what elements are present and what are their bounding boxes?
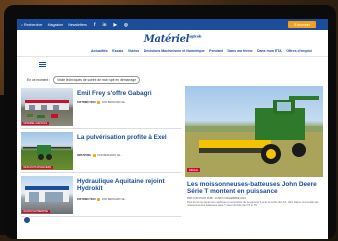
- menu-icon[interactable]: [39, 61, 46, 67]
- magazine-link[interactable]: Magazine: [48, 23, 64, 27]
- sprayer-image: [23, 145, 71, 160]
- building-image: [25, 100, 69, 118]
- article-badge: RÉSULTATS FINANCIERS: [22, 166, 53, 169]
- article-title[interactable]: Hydraulique Aquitaine rejoint Hydrokit: [77, 178, 177, 192]
- storefront-image: [25, 186, 69, 202]
- article-meta: DISTRIBUTION PAR BERNARD SE...: [77, 198, 127, 202]
- main-nav: Actualités Essais Vidéos Décisions Machi…: [17, 45, 328, 67]
- article-thumbnail[interactable]: MATERIEL AGRICOLE: [21, 88, 73, 126]
- trending-bar: En ce moment : Visite techniques de soir…: [27, 76, 141, 84]
- list-item[interactable]: RACHAT ENTREPRISE Hydraulique Aquitaine …: [21, 174, 181, 217]
- youtube-icon[interactable]: ▶: [113, 22, 116, 28]
- nav-item-decisions[interactable]: Décisions Machinisme et Numérique: [144, 49, 205, 53]
- nav-item-ferme[interactable]: Dans ma ferme: [227, 49, 252, 53]
- featured-badge: RÉGLE: [187, 168, 200, 172]
- featured-meta: PAR CONSTANT DUBI - LUNDI 3 DÉCEMBRE 202…: [187, 197, 246, 200]
- article-title[interactable]: Emil Frey s'offre Gabagri: [77, 90, 177, 97]
- instagram-icon[interactable]: ◎: [124, 22, 128, 28]
- photo-scene: ⌕ Rechercher Magazine Newsletters f in ▶…: [0, 0, 338, 241]
- search-link[interactable]: ⌕ Rechercher: [21, 23, 43, 27]
- article-thumbnail[interactable]: RÉSULTATS FINANCIERS: [21, 132, 73, 170]
- site-logo[interactable]: Matérielagricole: [144, 34, 202, 45]
- article-meta: DISTRIBUTION PAR BERNARD SE...: [77, 101, 127, 105]
- nav-item-eta[interactable]: Dans mon ETA: [257, 49, 282, 53]
- nav-item-pendant[interactable]: Pendant: [209, 49, 223, 53]
- tablet-frame: ⌕ Rechercher Magazine Newsletters f in ▶…: [4, 5, 336, 239]
- accessibility-icon[interactable]: [23, 216, 31, 224]
- featured-excerpt: Plus de temps après les machines à monor…: [187, 201, 319, 208]
- list-item[interactable]: MATERIEL AGRICOLE Emil Frey s'offre Gaba…: [21, 86, 181, 129]
- nav-item-actualites[interactable]: Actualités: [91, 49, 108, 53]
- trending-chip[interactable]: Visite techniques de soirée de mon spé e…: [53, 76, 141, 84]
- article-meta: INDUSTRIE PAR BERNARD SE...: [77, 154, 123, 158]
- featured-article[interactable]: RÉGLE Les moissonneuses-batteuses John D…: [185, 86, 325, 214]
- logo-area: Matérielagricole: [17, 30, 328, 45]
- nav-item-videos[interactable]: Vidéos: [128, 49, 139, 53]
- combine-harvester-image: [185, 96, 323, 177]
- facebook-icon[interactable]: f: [94, 22, 96, 27]
- top-bar: ⌕ Rechercher Magazine Newsletters f in ▶…: [17, 19, 328, 30]
- nav-item-emploi[interactable]: Offres d'emploi: [286, 49, 312, 53]
- list-item[interactable]: RÉSULTATS FINANCIERS La pulvérisation pr…: [21, 130, 181, 173]
- article-thumbnail[interactable]: RACHAT ENTREPRISE: [21, 176, 73, 214]
- tablet-screen: ⌕ Rechercher Magazine Newsletters f in ▶…: [17, 19, 328, 239]
- featured-image[interactable]: [185, 86, 323, 177]
- article-title[interactable]: La pulvérisation profite à Exel: [77, 134, 177, 141]
- trending-label: En ce moment :: [27, 77, 51, 82]
- newsletters-link[interactable]: Newsletters: [68, 23, 87, 27]
- article-badge: RACHAT ENTREPRISE: [22, 210, 50, 213]
- nav-item-essais[interactable]: Essais: [112, 49, 123, 53]
- subscribe-button[interactable]: S'abonner: [287, 21, 316, 28]
- article-list: MATERIEL AGRICOLE Emil Frey s'offre Gaba…: [21, 86, 181, 218]
- linkedin-icon[interactable]: in: [102, 22, 106, 27]
- featured-title[interactable]: Les moissonneuses-batteuses John Deere S…: [187, 181, 321, 195]
- article-badge: MATERIEL AGRICOLE: [22, 122, 49, 125]
